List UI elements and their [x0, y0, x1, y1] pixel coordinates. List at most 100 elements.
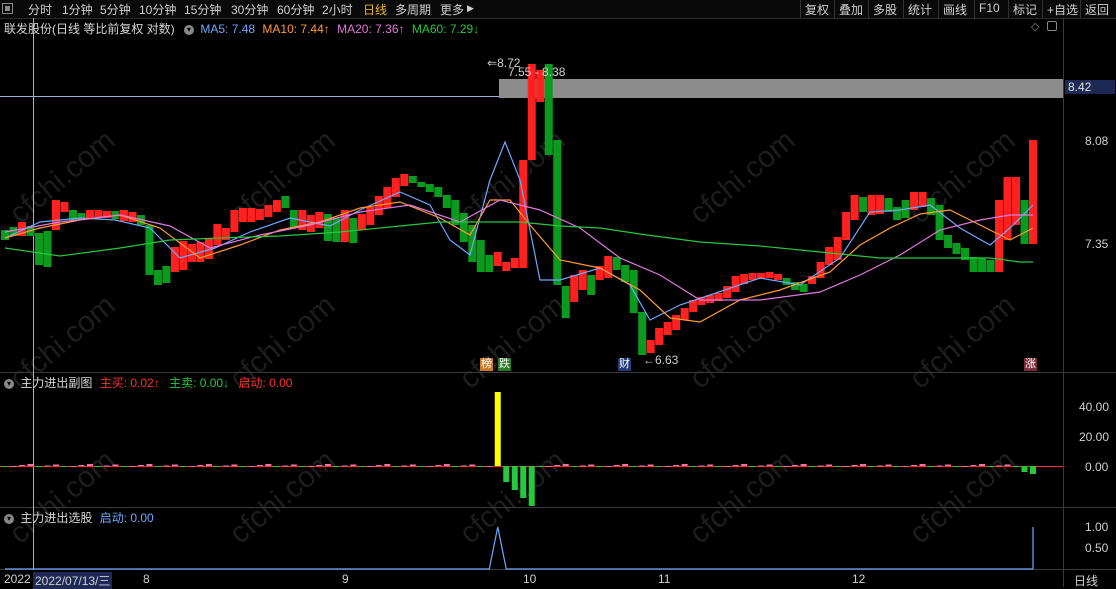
- sub1-bar: [112, 464, 119, 466]
- candle: [493, 252, 502, 266]
- maximize-icon[interactable]: [1047, 21, 1057, 31]
- sub1-bar: [919, 464, 926, 466]
- tag-zhang[interactable]: 涨: [1024, 358, 1037, 371]
- sub1-bar: [987, 466, 994, 467]
- sub1-bar: [316, 465, 323, 466]
- price-tick: 8.08: [1085, 134, 1109, 148]
- crosshair-price: 8.42: [1065, 80, 1115, 94]
- sub1-bar: [783, 466, 790, 467]
- sub1-bar: [681, 464, 688, 466]
- sub1-bar: [392, 466, 399, 467]
- sub1-bar: [460, 465, 467, 467]
- candle: [442, 195, 451, 208]
- sub1-bar: [911, 465, 918, 466]
- sub1-bar: [69, 466, 76, 467]
- candle: [272, 200, 281, 212]
- candle: [425, 184, 434, 192]
- sub1-bar: [715, 466, 722, 467]
- x-crosshair-date: 2022/07/13/三: [33, 572, 113, 589]
- range-label: 7.55 - 8.38: [508, 65, 566, 79]
- sub1-bar: [656, 466, 663, 467]
- sub1-bar: [885, 464, 892, 466]
- sub1-bar: [562, 464, 569, 466]
- tag-bang[interactable]: 榜: [480, 358, 493, 371]
- candle: [782, 278, 791, 285]
- tag-cai[interactable]: 财: [618, 358, 631, 371]
- sub1-bar: [749, 466, 756, 467]
- candle: [799, 284, 808, 292]
- candle: [315, 212, 324, 228]
- sub1-bar: [290, 464, 297, 466]
- sub1-bar: [95, 466, 102, 467]
- candle: [187, 244, 196, 262]
- sub1-bar: [231, 464, 238, 466]
- sub1-bar: [860, 464, 867, 466]
- candle: [145, 225, 154, 275]
- sub2-tick: 1.00: [1085, 520, 1109, 534]
- x-month: 12: [852, 572, 866, 586]
- sub2-line: [5, 526, 1034, 570]
- candle: [162, 266, 171, 283]
- sub1-bar: [809, 466, 816, 467]
- candle: [765, 272, 774, 278]
- sub2-settings-icon[interactable]: ▾: [4, 513, 14, 524]
- sub1-bar: [996, 465, 1003, 467]
- candle: [612, 257, 621, 270]
- sub1-bar: [222, 465, 229, 467]
- sub1-bar: [545, 466, 552, 467]
- kline-chart[interactable]: cfchi.com cfchi.com cfchi.com cfchi.com cfch…: [0, 0, 1116, 587]
- watermark-text: cfchi.com: [453, 444, 571, 551]
- settings-circle-icon[interactable]: ▾: [184, 24, 195, 35]
- candle: [893, 207, 902, 220]
- candle: [825, 247, 834, 265]
- candle: [485, 255, 494, 272]
- sub2-start: 启动: 0.00: [99, 511, 154, 525]
- sub1-bar: [248, 466, 255, 467]
- candle: [502, 262, 511, 271]
- watermark-text: cfchi.com: [3, 444, 121, 551]
- x-month: 11: [658, 572, 671, 586]
- diamond-icon[interactable]: ◇: [1031, 20, 1039, 33]
- candle: [408, 176, 417, 183]
- sub1-bar: [27, 464, 34, 466]
- sub1-bar: [265, 464, 272, 466]
- sub1-bar: [843, 466, 850, 467]
- candle: [417, 182, 426, 187]
- sub1-bar: [605, 466, 612, 467]
- sub1-bar: [214, 466, 221, 467]
- candle: [884, 198, 893, 212]
- sub1-bar: [741, 464, 748, 466]
- watermark-text: cfchi.com: [683, 444, 801, 551]
- tag-die[interactable]: 跌: [498, 358, 511, 371]
- sub1-bar: [307, 466, 314, 467]
- sub1-bar: [970, 465, 977, 466]
- sub1-bar: [707, 464, 714, 466]
- sub1-bar: [486, 466, 493, 467]
- sub1-bar: [596, 466, 603, 467]
- sub1-settings-icon[interactable]: ▾: [4, 378, 14, 389]
- sub1-bar: [78, 465, 85, 466]
- sub1-tick: 20.00: [1079, 430, 1110, 444]
- candle: [476, 240, 485, 272]
- candle: [842, 212, 851, 240]
- sub1-bar: [299, 466, 306, 467]
- sub1-bar: [120, 466, 127, 467]
- candle: [1012, 177, 1021, 225]
- sub1-bar: [469, 464, 476, 466]
- candle: [859, 197, 868, 212]
- candle: [510, 258, 519, 268]
- candle: [663, 322, 672, 335]
- candle: [264, 205, 273, 217]
- candle: [281, 196, 290, 208]
- ma10-label: MA10: 7.44↑: [262, 22, 330, 36]
- candle: [357, 214, 366, 230]
- sub1-bar: [537, 466, 544, 467]
- candle: [731, 276, 740, 292]
- sub1-bar: [588, 464, 595, 466]
- watermark-text: cfchi.com: [223, 444, 341, 551]
- sub1-bar: [868, 466, 875, 467]
- sub1-header: ▾ 主力进出副图 主买: 0.02↑ 主卖: 0.00↓ 启动: 0.00: [4, 374, 292, 391]
- sub1-bar: [775, 466, 782, 467]
- sub1-bar: [792, 465, 799, 466]
- x-period: 日线: [1074, 574, 1099, 588]
